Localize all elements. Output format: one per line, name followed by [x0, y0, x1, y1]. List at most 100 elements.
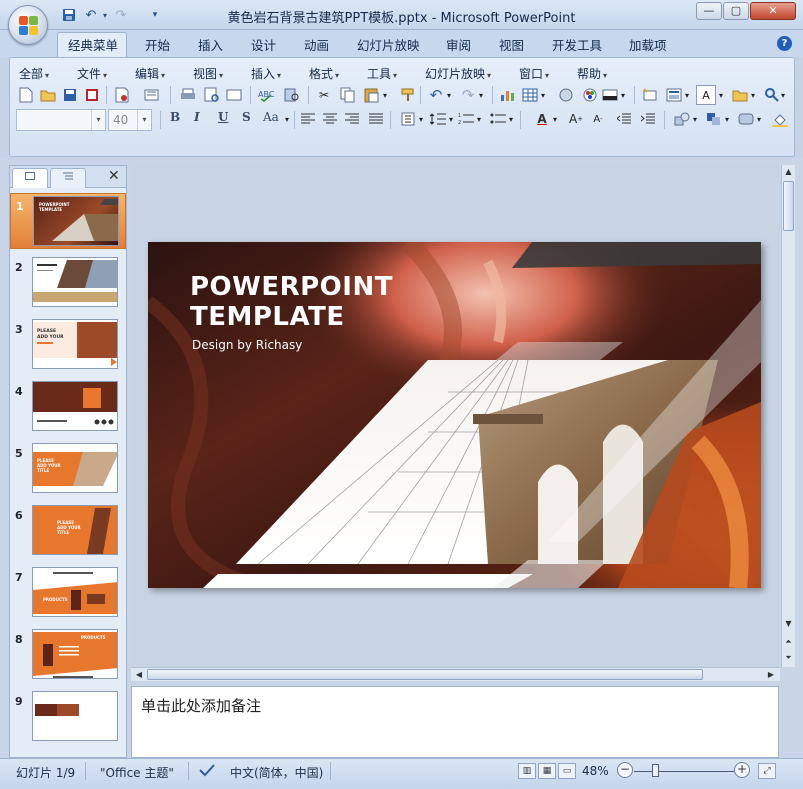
menu-help[interactable]: 帮助 ▾ [577, 65, 607, 82]
scroll-down-icon[interactable]: ▼ [782, 617, 795, 631]
font-size-combo[interactable]: 40 ▾ [108, 109, 152, 131]
clipart-icon[interactable] [556, 85, 576, 105]
numbering-icon[interactable]: 12 [456, 109, 476, 129]
slide-layout-dropdown-icon[interactable]: ▾ [682, 85, 692, 105]
thumbnail-row-5[interactable]: 5 PLEASE ADD YOUR TITLE [10, 441, 126, 497]
attach-icon[interactable] [142, 85, 162, 105]
quick-styles-dropdown-icon[interactable]: ▾ [754, 109, 764, 129]
redo-list-icon[interactable]: ▾ [476, 85, 486, 105]
tab-classic-menu[interactable]: 经典菜单 [68, 35, 118, 54]
redo-icon[interactable]: ↷ [458, 85, 478, 105]
spelling-icon[interactable]: ABC [256, 85, 276, 105]
office-button[interactable] [8, 5, 48, 45]
menu-view[interactable]: 视图 ▾ [193, 65, 223, 82]
menu-slideshow[interactable]: 幻灯片放映 ▾ [425, 65, 491, 82]
text-direction-dropdown-icon[interactable]: ▾ [416, 109, 426, 129]
arrange-icon[interactable] [704, 109, 724, 129]
save-icon[interactable] [60, 85, 80, 105]
shrink-font-icon[interactable]: A- [588, 109, 608, 129]
slide-thumbnail-5[interactable]: PLEASE ADD YOUR TITLE [32, 443, 118, 493]
scroll-left-icon[interactable]: ◀ [133, 668, 145, 682]
bullets-dropdown-icon[interactable]: ▾ [506, 109, 516, 129]
thumbnail-row-6[interactable]: 6 PLEASE ADD YOUR TITLE [10, 503, 126, 559]
tab-animation[interactable]: 动画 [304, 35, 329, 54]
menu-format[interactable]: 格式 ▾ [309, 65, 339, 82]
quick-styles-icon[interactable] [736, 109, 756, 129]
increase-indent-icon[interactable] [638, 109, 658, 129]
slide-title[interactable]: POWERPOINT TEMPLATE [190, 272, 393, 332]
font-color-dropdown-icon[interactable]: ▾ [550, 109, 560, 129]
font-name-combo[interactable]: ▾ [16, 109, 106, 131]
slide-layout-icon[interactable] [664, 85, 684, 105]
slide-thumbnail-9[interactable] [32, 691, 118, 741]
background-icon[interactable] [600, 85, 620, 105]
align-left-icon[interactable] [298, 109, 318, 129]
tab-insert[interactable]: 插入 [198, 35, 223, 54]
slide-view-icon[interactable] [224, 85, 244, 105]
main-slide[interactable]: POWERPOINT TEMPLATE Design by Richasy [148, 242, 761, 588]
notes-pane[interactable]: 单击此处添加备注 [131, 686, 779, 758]
print-icon[interactable] [178, 85, 198, 105]
cut-icon[interactable]: ✂ [314, 85, 334, 105]
slide-subtitle[interactable]: Design by Richasy [192, 338, 302, 352]
thumbnail-row-2[interactable]: 2 [10, 255, 126, 311]
zoom-out-icon[interactable]: − [617, 762, 633, 778]
slide-thumbnail-6[interactable]: PLEASE ADD YOUR TITLE [32, 505, 118, 555]
normal-view-icon[interactable]: ▥ [518, 763, 536, 779]
thumbnail-row-8[interactable]: 8 PRODUCTS [10, 627, 126, 683]
tab-developer[interactable]: 开发工具 [552, 35, 602, 54]
new-icon[interactable] [16, 85, 36, 105]
language[interactable]: 中文(简体，中国) [230, 764, 323, 781]
zoom-in-icon[interactable]: + [734, 762, 750, 778]
thumbnail-row-4[interactable]: 4 [10, 379, 126, 435]
copy-icon[interactable] [338, 85, 358, 105]
slideshow-view-icon[interactable]: ▭ [558, 763, 576, 779]
help-icon[interactable]: ? [777, 36, 792, 51]
menu-file[interactable]: 文件 ▾ [77, 65, 107, 82]
grow-font-icon[interactable]: A + [566, 109, 586, 129]
tab-review[interactable]: 审阅 [446, 35, 471, 54]
shadow-button[interactable]: S [242, 110, 251, 124]
chart-icon[interactable] [498, 85, 518, 105]
change-case-dropdown-icon[interactable]: ▾ [282, 109, 292, 129]
justify-icon[interactable] [366, 109, 386, 129]
menu-tools[interactable]: 工具 ▾ [367, 65, 397, 82]
vertical-scrollbar[interactable]: ▲ ▼ ⏶ ⏷ [781, 165, 795, 667]
align-right-icon[interactable] [342, 109, 362, 129]
format-painter-icon[interactable] [398, 85, 418, 105]
zoom-slider-handle[interactable] [652, 764, 659, 777]
minimize-button[interactable]: — [696, 2, 722, 20]
research-icon[interactable] [282, 85, 302, 105]
arrange-dropdown-icon[interactable]: ▾ [722, 109, 732, 129]
theme-name[interactable]: "Office 主题" [100, 764, 174, 781]
numbering-dropdown-icon[interactable]: ▾ [474, 109, 484, 129]
horizontal-scroll-thumb[interactable] [147, 669, 703, 680]
text-direction-icon[interactable] [398, 109, 418, 129]
scroll-up-icon[interactable]: ▲ [782, 165, 795, 179]
notes-placeholder[interactable]: 单击此处添加备注 [141, 695, 261, 716]
zoom-level[interactable]: 48% [582, 764, 609, 778]
tab-addins[interactable]: 加载项 [629, 35, 667, 54]
font-color-icon[interactable]: A [532, 109, 552, 129]
print-preview-icon[interactable] [202, 85, 222, 105]
undo-icon[interactable]: ↶ [426, 85, 446, 105]
save-as-pdf-icon[interactable] [82, 85, 102, 105]
zoom-slider-track[interactable] [634, 771, 734, 772]
change-case-button[interactable]: Aa [263, 110, 279, 124]
decrease-indent-icon[interactable] [614, 109, 634, 129]
horizontal-scrollbar[interactable]: ◀ ▶ [131, 667, 780, 681]
thumbnail-row-3[interactable]: 3 PLEASE ADD YOUR [10, 317, 126, 373]
vertical-scroll-thumb[interactable] [783, 181, 794, 231]
bold-button[interactable]: B [170, 110, 180, 124]
slide-thumbnail-1[interactable]: POWERPOINT TEMPLATE [33, 196, 119, 246]
tab-design[interactable]: 设计 [251, 35, 276, 54]
next-slide-icon[interactable]: ⏷ [782, 651, 795, 665]
slide-sorter-view-icon[interactable]: ▦ [538, 763, 556, 779]
background-dropdown-icon[interactable]: ▾ [618, 85, 628, 105]
line-spacing-dropdown-icon[interactable]: ▾ [446, 109, 456, 129]
table-icon[interactable] [520, 85, 540, 105]
thumbnail-row-1[interactable]: 1 POWERPOINT TEMPLATE [10, 193, 126, 249]
new-slide-icon[interactable] [640, 85, 660, 105]
menu-window[interactable]: 窗口 ▾ [519, 65, 549, 82]
folder-dropdown-icon[interactable]: ▾ [748, 85, 758, 105]
